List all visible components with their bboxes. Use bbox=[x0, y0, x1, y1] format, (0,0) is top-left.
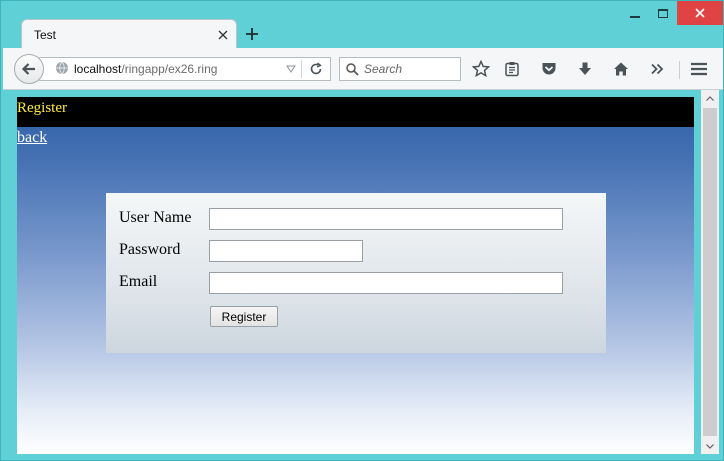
register-button[interactable]: Register bbox=[210, 306, 278, 327]
scrollbar-thumb[interactable] bbox=[703, 108, 717, 436]
search-input[interactable]: Search bbox=[339, 57, 461, 81]
page-header-title: Register bbox=[17, 100, 67, 116]
home-icon bbox=[614, 62, 628, 76]
tab-title: Test bbox=[34, 27, 57, 42]
chevron-down-icon bbox=[286, 65, 296, 73]
register-form: User Name Password Email Register bbox=[106, 193, 606, 353]
tab-active[interactable]: Test bbox=[21, 19, 237, 49]
star-icon bbox=[472, 60, 490, 78]
download-arrow-icon bbox=[579, 62, 591, 75]
menu-button[interactable] bbox=[687, 57, 711, 81]
tab-close-button[interactable] bbox=[210, 22, 236, 48]
url-path: /ringapp/ex26.ring bbox=[121, 62, 218, 76]
close-icon bbox=[218, 30, 228, 39]
search-placeholder: Search bbox=[364, 62, 403, 76]
home-button[interactable] bbox=[609, 57, 633, 81]
overflow-chevron-button[interactable] bbox=[645, 57, 669, 81]
downloads-button[interactable] bbox=[573, 57, 597, 81]
chevron-up-icon bbox=[706, 95, 714, 101]
back-link[interactable]: back bbox=[17, 129, 47, 147]
scroll-up-button[interactable] bbox=[701, 90, 719, 106]
back-button[interactable] bbox=[14, 54, 44, 84]
plus-icon bbox=[246, 28, 258, 40]
navigation-toolbar: localhost /ringapp/ex26.ring Search bbox=[3, 48, 723, 90]
username-label: User Name bbox=[119, 209, 192, 226]
url-host: localhost bbox=[74, 62, 122, 76]
close-icon bbox=[695, 8, 705, 18]
maximize-icon bbox=[658, 8, 668, 18]
arrow-left-icon bbox=[21, 63, 35, 75]
password-label: Password bbox=[119, 241, 181, 258]
chevron-down-icon bbox=[706, 443, 714, 449]
email-label: Email bbox=[119, 273, 158, 290]
page-viewport: Register back User Name Password Email R… bbox=[17, 97, 694, 454]
browser-window: Test localhost /ringapp/ex26.ring Search… bbox=[0, 0, 724, 461]
double-chevron-right-icon bbox=[651, 63, 664, 75]
clipboard-icon bbox=[505, 62, 519, 77]
username-input[interactable] bbox=[209, 208, 563, 230]
address-bar[interactable]: localhost /ringapp/ex26.ring bbox=[39, 57, 331, 81]
close-window-button[interactable] bbox=[677, 1, 723, 25]
reload-icon bbox=[310, 62, 322, 75]
reading-list-button[interactable] bbox=[500, 57, 524, 81]
email-input[interactable] bbox=[209, 272, 563, 294]
reload-button[interactable] bbox=[302, 62, 330, 76]
minimize-button[interactable] bbox=[621, 1, 649, 25]
scroll-down-button[interactable] bbox=[701, 438, 719, 454]
bookmark-star-button[interactable] bbox=[469, 57, 493, 81]
vertical-scrollbar[interactable] bbox=[701, 90, 719, 454]
hamburger-menu-icon bbox=[691, 62, 707, 76]
minimize-icon bbox=[630, 16, 640, 18]
history-dropdown-button[interactable] bbox=[281, 65, 301, 73]
pocket-icon bbox=[542, 63, 556, 75]
globe-icon bbox=[55, 61, 69, 78]
maximize-button[interactable] bbox=[649, 1, 677, 25]
new-tab-button[interactable] bbox=[241, 23, 263, 45]
pocket-button[interactable] bbox=[537, 57, 561, 81]
search-icon bbox=[346, 62, 359, 76]
password-input[interactable] bbox=[209, 240, 363, 262]
page-header-bar: Register bbox=[17, 97, 694, 127]
